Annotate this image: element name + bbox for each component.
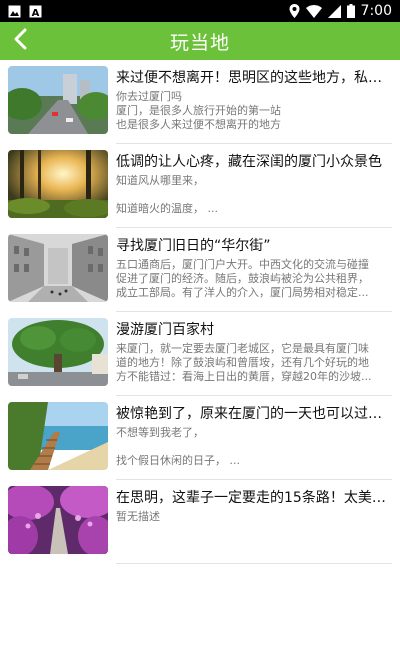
article-thumbnail [8, 66, 108, 134]
description-line: 促进了厦门的经济。随后，鼓浪屿被沦为公共租界， [116, 272, 369, 285]
article-title: 来过便不想离开！思明区的这些地方，私藏... [116, 70, 392, 86]
list-item[interactable]: 被惊艳到了，原来在厦门的一天也可以过得... 不想等到我老了， 找个假日休闲的日… [0, 396, 400, 480]
list-item[interactable]: 在思明，这辈子一定要走的15条路！太美了！ 暂无描述 [0, 480, 400, 564]
divider [116, 563, 392, 564]
article-thumbnail [8, 150, 108, 218]
article-thumbnail [8, 318, 108, 386]
back-arrow-icon [13, 28, 29, 54]
article-title: 漫游厦门百家村 [116, 322, 214, 338]
description-line: 暂无描述 [116, 510, 160, 523]
signal-icon [327, 4, 341, 18]
article-thumbnail [8, 234, 108, 302]
article-description: 五口通商后，厦门门户大开。中西文化的交流与碰撞 促进了厦门的经济。随后，鼓浪屿被… [116, 258, 392, 300]
article-thumbnail [8, 486, 108, 554]
article-description: 暂无描述 [116, 510, 392, 524]
list-item[interactable]: 漫游厦门百家村 来厦门，就一定要去厦门老城区，它是最具有厦门味 道的地方！除了鼓… [0, 312, 400, 396]
article-title: 寻找厦门旧日的“华尔街” [116, 238, 271, 254]
article-description: 你去过厦门吗 厦门，是很多人旅行开始的第一站 也是很多人来过便不想离开的地方 [116, 90, 392, 132]
article-list: 来过便不想离开！思明区的这些地方，私藏... 你去过厦门吗 厦门，是很多人旅行开… [0, 60, 400, 564]
back-button[interactable] [6, 26, 36, 56]
location-icon [289, 4, 300, 18]
description-line: 成立工部局。有了洋人的介入，厦门局势相对稳定... [116, 286, 369, 299]
list-item[interactable]: 来过便不想离开！思明区的这些地方，私藏... 你去过厦门吗 厦门，是很多人旅行开… [0, 60, 400, 144]
description-line: 知道暗火的温度， ... [116, 202, 218, 215]
article-title: 低调的让人心疼，藏在深闺的厦门小众景色 [116, 154, 382, 170]
image-icon [8, 5, 21, 18]
status-bar: A 7:00 [0, 0, 400, 22]
article-title: 被惊艳到了，原来在厦门的一天也可以过得... [116, 406, 392, 422]
description-line: 不想等到我老了， [116, 426, 204, 439]
text-icon: A [29, 5, 42, 18]
description-line: 厦门，是很多人旅行开始的第一站 [116, 104, 281, 117]
description-line [116, 188, 392, 202]
description-line: 五口通商后，厦门门户大开。中西文化的交流与碰撞 [116, 258, 369, 271]
list-item[interactable]: 寻找厦门旧日的“华尔街” 五口通商后，厦门门户大开。中西文化的交流与碰撞 促进了… [0, 228, 400, 312]
list-item[interactable]: 低调的让人心疼，藏在深闺的厦门小众景色 知道风从哪里来， 知道暗火的温度， ..… [0, 144, 400, 228]
wifi-icon [305, 4, 322, 18]
description-line: 也是很多人来过便不想离开的地方 [116, 118, 281, 131]
description-line: 找个假日休闲的日子， ... [116, 454, 240, 467]
article-description: 知道风从哪里来， 知道暗火的温度， ... [116, 174, 392, 216]
description-line: 方不能错过：看海上日出的黄厝，穿越20年的沙坡... [116, 370, 372, 383]
description-line: 来厦门，就一定要去厦门老城区，它是最具有厦门味 [116, 342, 369, 355]
description-line: 知道风从哪里来， [116, 174, 204, 187]
article-thumbnail [8, 402, 108, 470]
clock: 7:00 [360, 3, 392, 19]
description-line: 你去过厦门吗 [116, 90, 182, 103]
article-title: 在思明，这辈子一定要走的15条路！太美了！ [116, 490, 392, 506]
svg-text:A: A [32, 8, 40, 18]
page-title: 玩当地 [169, 31, 230, 54]
app-bar: 玩当地 [0, 22, 400, 60]
description-line [116, 440, 392, 454]
battery-icon [346, 4, 355, 18]
article-description: 不想等到我老了， 找个假日休闲的日子， ... [116, 426, 392, 468]
description-line: 道的地方！除了鼓浪屿和曾厝垵，还有几个好玩的地 [116, 356, 369, 369]
article-description: 来厦门，就一定要去厦门老城区，它是最具有厦门味 道的地方！除了鼓浪屿和曾厝垵，还… [116, 342, 392, 384]
